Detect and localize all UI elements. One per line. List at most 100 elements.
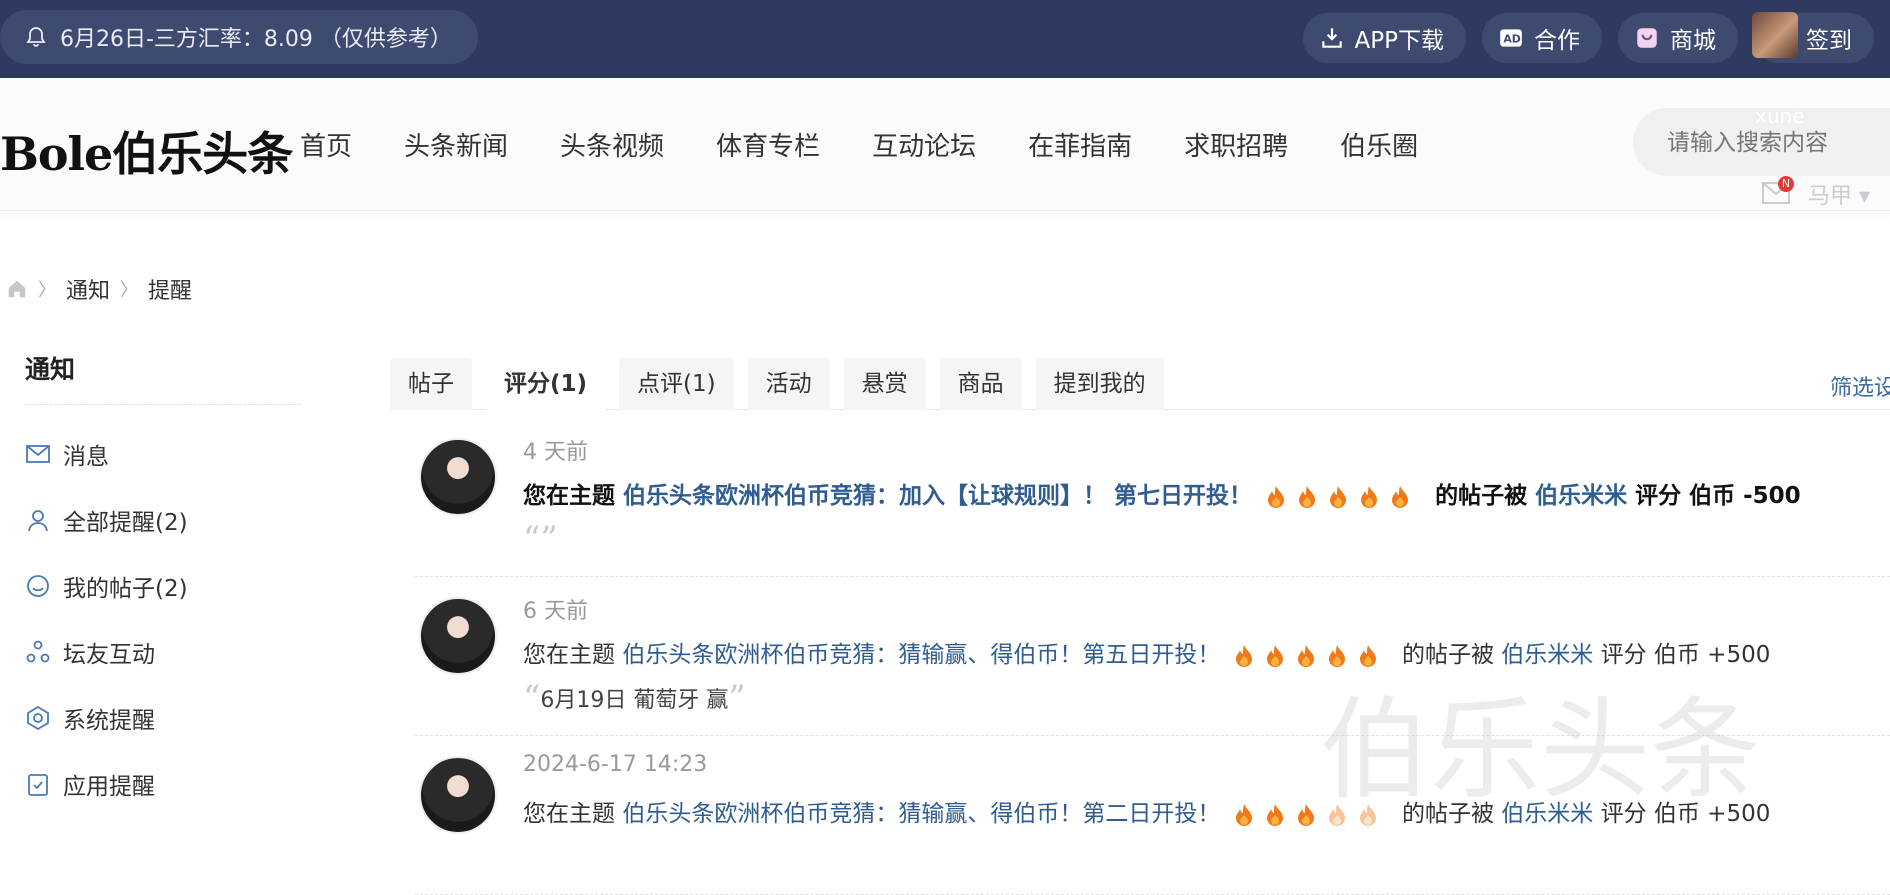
quote: “ ” bbox=[523, 522, 558, 556]
open-quote-icon: “ bbox=[523, 519, 541, 559]
user-menu-dropdown[interactable]: 马甲 ▾ bbox=[1808, 178, 1870, 210]
notification-time: 6 天前 bbox=[523, 599, 588, 624]
tab-goods[interactable]: 商品 bbox=[939, 358, 1022, 410]
nav-item-news[interactable]: 头条新闻 bbox=[404, 126, 508, 163]
flame-icon bbox=[1359, 803, 1376, 826]
sidebar-item-interaction[interactable]: 坛友互动 bbox=[25, 619, 301, 685]
notification-text: 您在主题 伯乐头条欧洲杯伯币竞猜：猜输赢、得伯币！第五日开投！ 的帖子被 伯乐米… bbox=[523, 635, 1770, 669]
app-download-button[interactable]: APP下载 bbox=[1302, 13, 1466, 63]
cooperate-button[interactable]: AD 合作 bbox=[1482, 13, 1602, 63]
sidebar-item-system[interactable]: 系统提醒 bbox=[25, 685, 301, 751]
topic-link[interactable]: 伯乐头条欧洲杯伯币竞猜：猜输赢、得伯币！第五日开投！ bbox=[622, 642, 1220, 668]
close-quote-icon: ” bbox=[540, 519, 558, 559]
flame-icon bbox=[1266, 644, 1283, 667]
notification-list: 4 天前 您在主题 伯乐头条欧洲杯伯币竞猜：加入【让球规则】！ 第七日开投！ 的… bbox=[415, 418, 1890, 895]
notification-action: 评分 伯币 -500 bbox=[1635, 483, 1801, 509]
flame-icons bbox=[1234, 644, 1389, 668]
quote-text: 6月19日 葡萄牙 赢 bbox=[540, 688, 729, 713]
notification-tabs: 帖子 评分(1) 点评(1) 活动 悬赏 商品 提到我的 bbox=[390, 358, 1890, 410]
chat-bubble-icon bbox=[27, 575, 49, 597]
user-link[interactable]: 伯乐米米 bbox=[1501, 642, 1593, 668]
sidebar-item-label: 全部提醒(2) bbox=[63, 510, 188, 536]
user-link[interactable]: 伯乐米米 bbox=[1501, 801, 1593, 827]
main-nav: Bole伯乐头条 首页 头条新闻 头条视频 体育专栏 互动论坛 在菲指南 求职招… bbox=[0, 78, 1890, 211]
avatar[interactable] bbox=[419, 756, 497, 834]
tab-posts[interactable]: 帖子 bbox=[390, 358, 472, 410]
breadcrumb-notice[interactable]: 通知 bbox=[66, 273, 110, 305]
flame-icon bbox=[1328, 803, 1345, 826]
bell-icon bbox=[26, 27, 46, 47]
filter-settings-link[interactable]: 筛选设 bbox=[1830, 370, 1890, 402]
sidebar-title: 通知 bbox=[25, 350, 301, 405]
sidebar-item-all-reminders[interactable]: 全部提醒(2) bbox=[25, 487, 301, 553]
sidebar-item-messages[interactable]: 消息 bbox=[25, 421, 301, 487]
nav-item-home[interactable]: 首页 bbox=[300, 126, 352, 163]
nav-item-circle[interactable]: 伯乐圈 bbox=[1340, 126, 1418, 163]
breadcrumb-remind: 提醒 bbox=[148, 279, 193, 304]
notification-mid: 的帖子被 bbox=[1401, 801, 1494, 827]
notification-prefix: 您在主题 bbox=[523, 483, 615, 509]
flame-icon bbox=[1235, 644, 1252, 667]
user-avatar[interactable] bbox=[1752, 12, 1798, 58]
home-icon[interactable] bbox=[6, 278, 28, 300]
notice-text: 6月26日-三方汇率：8.09 （仅供参考） bbox=[60, 27, 452, 52]
username[interactable]: xune bbox=[1755, 104, 1805, 128]
notification-item: 2024-6-17 14:23 您在主题 伯乐头条欧洲杯伯币竞猜：猜输赢、得伯币… bbox=[415, 736, 1890, 895]
sidebar-item-label: 系统提醒 bbox=[63, 708, 155, 734]
ad-icon: AD bbox=[1500, 29, 1522, 47]
notification-time: 2024-6-17 14:23 bbox=[523, 752, 708, 777]
flame-icon bbox=[1235, 803, 1252, 826]
nav-item-video[interactable]: 头条视频 bbox=[560, 126, 664, 163]
download-icon bbox=[1321, 28, 1342, 48]
notification-item: 4 天前 您在主题 伯乐头条欧洲杯伯币竞猜：加入【让球规则】！ 第七日开投！ 的… bbox=[415, 418, 1890, 577]
avatar[interactable] bbox=[419, 597, 497, 675]
tab-mentions[interactable]: 提到我的 bbox=[1035, 358, 1164, 410]
avatar[interactable] bbox=[419, 438, 497, 516]
nav-item-sports[interactable]: 体育专栏 bbox=[716, 126, 820, 163]
flame-icon bbox=[1297, 803, 1314, 826]
mail-badge: N bbox=[1778, 176, 1794, 192]
flame-icon bbox=[1299, 485, 1316, 508]
sidebar-item-label: 消息 bbox=[63, 444, 109, 470]
nav-item-guide[interactable]: 在菲指南 bbox=[1028, 126, 1132, 163]
nav-item-forum[interactable]: 互动论坛 bbox=[872, 126, 976, 163]
top-actions: APP下载 AD 合作 商城 签到 bbox=[1302, 12, 1890, 64]
topic-link[interactable]: 伯乐头条欧洲杯伯币竞猜：加入【让球规则】！ 第七日开投！ bbox=[623, 483, 1252, 509]
tab-comments[interactable]: 点评(1) bbox=[619, 358, 734, 410]
notification-text: 您在主题 伯乐头条欧洲杯伯币竞猜：加入【让球规则】！ 第七日开投！ 的帖子被 伯… bbox=[523, 476, 1801, 510]
breadcrumb-separator: 〉 bbox=[38, 280, 56, 301]
nav-menu: 首页 头条新闻 头条视频 体育专栏 互动论坛 在菲指南 求职招聘 伯乐圈 bbox=[300, 126, 1470, 163]
group-icon bbox=[26, 640, 50, 663]
topic-link[interactable]: 伯乐头条欧洲杯伯币竞猜：猜输赢、得伯币！第二日开投！ bbox=[622, 801, 1220, 827]
sidebar-item-apps[interactable]: 应用提醒 bbox=[25, 751, 301, 817]
tab-rewards[interactable]: 悬赏 bbox=[843, 358, 926, 410]
sidebar-list: 消息 全部提醒(2) 我的帖子(2) 坛友互动 系统提醒 应用提醒 bbox=[25, 421, 301, 817]
signin-label: 签到 bbox=[1806, 28, 1852, 54]
user-link[interactable]: 伯乐米米 bbox=[1535, 483, 1627, 509]
notification-prefix: 您在主题 bbox=[523, 642, 615, 668]
mall-button[interactable]: 商城 bbox=[1618, 13, 1738, 63]
sidebar-item-label: 坛友互动 bbox=[63, 642, 155, 668]
sidebar-item-label: 我的帖子(2) bbox=[63, 576, 188, 602]
sidebar-item-my-posts[interactable]: 我的帖子(2) bbox=[25, 553, 301, 619]
notification-action: 评分 伯币 +500 bbox=[1600, 801, 1771, 827]
clipboard-check-icon bbox=[28, 774, 48, 796]
open-quote-icon: “ bbox=[523, 678, 541, 718]
flame-icon bbox=[1392, 485, 1409, 508]
exchange-rate-notice[interactable]: 6月26日-三方汇率：8.09 （仅供参考） bbox=[0, 10, 478, 64]
svg-text:AD: AD bbox=[1503, 32, 1520, 45]
flame-icon bbox=[1268, 485, 1285, 508]
tab-ratings[interactable]: 评分(1) bbox=[486, 358, 606, 410]
flame-icon bbox=[1359, 644, 1376, 667]
settings-hexagon-icon bbox=[27, 705, 49, 731]
flame-icon bbox=[1361, 485, 1378, 508]
notification-prefix: 您在主题 bbox=[523, 801, 615, 827]
app-download-label: APP下载 bbox=[1354, 28, 1444, 54]
site-logo[interactable]: Bole伯乐头条 bbox=[0, 118, 293, 184]
flame-icons bbox=[1266, 485, 1421, 509]
tab-activities[interactable]: 活动 bbox=[747, 358, 830, 410]
breadcrumb: 〉 通知 〉 提醒 bbox=[6, 273, 192, 305]
top-bar: 6月26日-三方汇率：8.09 （仅供参考） APP下载 AD 合作 商城 签到 bbox=[0, 0, 1890, 78]
nav-item-jobs[interactable]: 求职招聘 bbox=[1184, 126, 1288, 163]
notification-mid: 的帖子被 bbox=[1435, 483, 1528, 509]
